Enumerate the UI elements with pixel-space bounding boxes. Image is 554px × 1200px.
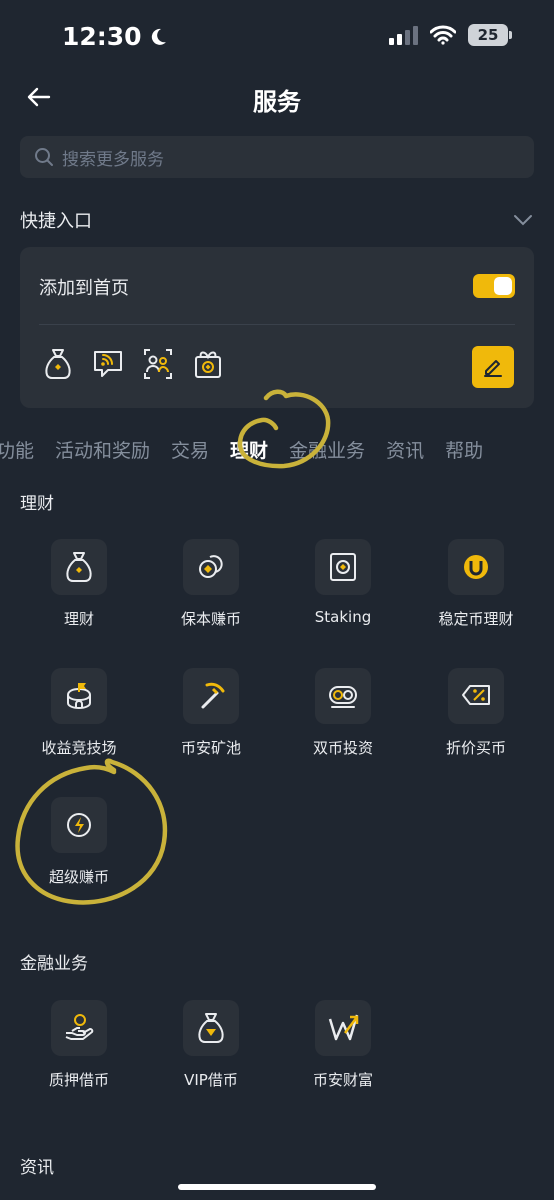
service-tile[interactable] bbox=[51, 539, 107, 595]
quick-icon-row bbox=[42, 347, 224, 381]
service-tile[interactable] bbox=[183, 1000, 239, 1056]
cellular-signal-icon bbox=[389, 25, 418, 45]
arena-icon bbox=[67, 683, 91, 710]
gift-icon[interactable] bbox=[192, 347, 224, 381]
tab-0[interactable]: 功能 bbox=[0, 436, 34, 463]
quick-entry-header[interactable]: 快捷入口 bbox=[20, 206, 534, 234]
safe-icon bbox=[330, 553, 356, 581]
service-item[interactable]: 币安矿池 bbox=[146, 668, 276, 758]
home-indicator[interactable] bbox=[178, 1184, 376, 1190]
service-item[interactable]: 理财 bbox=[14, 539, 144, 629]
service-item[interactable]: 稳定币理财 bbox=[411, 539, 541, 629]
service-item[interactable]: 保本赚币 bbox=[146, 539, 276, 629]
hand-coin-icon bbox=[65, 1014, 94, 1040]
service-label: 理财 bbox=[63, 610, 94, 628]
service-label: 稳定币理财 bbox=[438, 610, 514, 628]
service-label: 收益竞技场 bbox=[41, 739, 117, 757]
pickaxe-icon bbox=[201, 682, 225, 709]
service-tile[interactable] bbox=[51, 668, 107, 724]
divider bbox=[39, 324, 515, 325]
moon-icon bbox=[151, 28, 166, 45]
tab-1[interactable]: 活动和奖励 bbox=[55, 436, 150, 463]
service-label: 保本赚币 bbox=[180, 610, 241, 628]
service-tile[interactable] bbox=[448, 539, 504, 595]
section-title-finance: 金融业务 bbox=[20, 954, 88, 974]
quick-entry-title: 快捷入口 bbox=[20, 211, 92, 232]
chevron-down-icon[interactable] bbox=[512, 213, 534, 227]
tab-3[interactable]: 理财 bbox=[230, 436, 268, 463]
section-title-news: 资讯 bbox=[20, 1158, 54, 1178]
pencil-icon bbox=[484, 360, 502, 377]
discount-tag-icon bbox=[462, 685, 490, 705]
service-tile[interactable] bbox=[315, 539, 371, 595]
service-label: 币安矿池 bbox=[180, 739, 241, 757]
service-tile[interactable] bbox=[183, 668, 239, 724]
status-indicators: 25 bbox=[389, 24, 512, 46]
section-title-licai: 理财 bbox=[20, 494, 54, 514]
service-item[interactable]: Staking bbox=[278, 539, 408, 626]
money-bag-icon[interactable] bbox=[42, 347, 74, 381]
service-item[interactable]: VIP借币 bbox=[146, 1000, 276, 1090]
service-item[interactable]: 收益竞技场 bbox=[14, 668, 144, 758]
service-label: 超级赚币 bbox=[48, 868, 109, 886]
service-tile[interactable] bbox=[51, 797, 107, 853]
status-bar: 12:30 25 bbox=[0, 0, 554, 76]
tab-4[interactable]: 金融业务 bbox=[289, 436, 365, 463]
clock-text: 12:30 bbox=[62, 22, 142, 51]
page-header: 服务 bbox=[0, 70, 554, 126]
tab-5[interactable]: 资讯 bbox=[386, 436, 424, 463]
service-label: 折价买币 bbox=[445, 739, 506, 757]
wifi-icon bbox=[430, 25, 456, 45]
coins-icon bbox=[199, 555, 223, 578]
money-bag-icon bbox=[66, 552, 92, 582]
lightning-icon bbox=[67, 813, 91, 837]
quick-entry-card: 添加到首页 bbox=[20, 247, 534, 408]
service-item[interactable]: 超级赚币 bbox=[14, 797, 144, 887]
tab-2[interactable]: 交易 bbox=[171, 436, 209, 463]
category-tabs: 功能 活动和奖励 交易 理财 金融业务 资讯 帮助 bbox=[0, 436, 554, 470]
service-label: VIP借币 bbox=[184, 1071, 238, 1089]
battery-icon: 25 bbox=[468, 24, 512, 46]
service-label: 双币投资 bbox=[312, 739, 373, 757]
service-item[interactable]: 折价买币 bbox=[411, 668, 541, 758]
vip-diamond-bag-icon bbox=[198, 1013, 224, 1043]
service-item[interactable]: 双币投资 bbox=[278, 668, 408, 758]
page-title: 服务 bbox=[253, 88, 301, 116]
referral-icon[interactable] bbox=[142, 347, 174, 381]
stablecoin-icon bbox=[464, 555, 488, 579]
service-tile[interactable] bbox=[51, 1000, 107, 1056]
service-item[interactable]: 币安财富 bbox=[278, 1000, 408, 1090]
service-tile[interactable] bbox=[315, 1000, 371, 1056]
status-time: 12:30 bbox=[62, 22, 168, 51]
edit-shortcuts-button[interactable] bbox=[472, 346, 514, 388]
wealth-w-icon bbox=[328, 1014, 359, 1041]
service-item[interactable]: 质押借币 bbox=[14, 1000, 144, 1090]
dual-coin-icon bbox=[329, 686, 357, 708]
search-bar[interactable]: 搜索更多服务 bbox=[20, 136, 534, 178]
search-icon bbox=[35, 148, 53, 166]
tab-6[interactable]: 帮助 bbox=[445, 436, 483, 463]
broadcast-chat-icon[interactable] bbox=[92, 347, 124, 381]
add-to-home-label: 添加到首页 bbox=[39, 278, 129, 299]
service-label: 质押借币 bbox=[48, 1071, 109, 1089]
service-label: 币安财富 bbox=[312, 1071, 373, 1089]
service-tile[interactable] bbox=[183, 539, 239, 595]
add-to-home-toggle[interactable] bbox=[473, 274, 515, 298]
service-tile[interactable] bbox=[315, 668, 371, 724]
service-label: Staking bbox=[314, 608, 372, 626]
service-tile[interactable] bbox=[448, 668, 504, 724]
search-placeholder: 搜索更多服务 bbox=[62, 149, 164, 170]
